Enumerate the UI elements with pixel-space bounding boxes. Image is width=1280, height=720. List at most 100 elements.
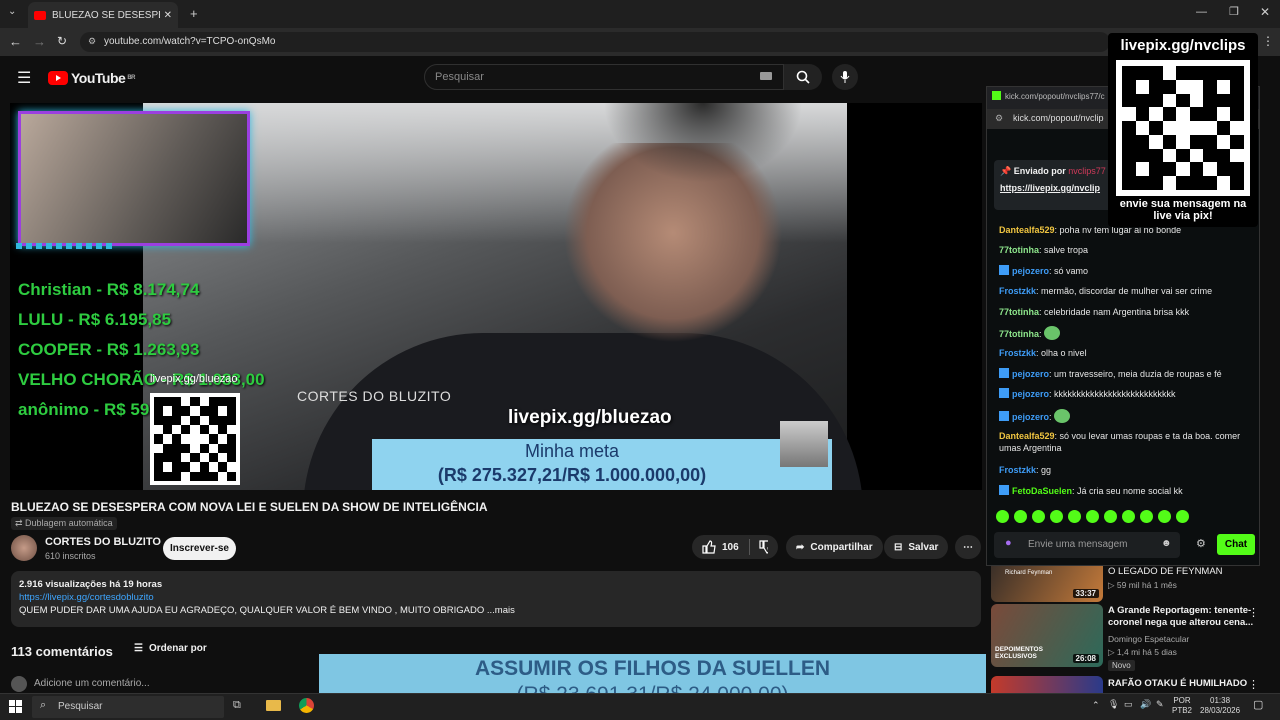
file-explorer-icon[interactable] [266,700,281,711]
close-window-icon[interactable]: ✕ [1260,5,1270,19]
add-comment-input[interactable]: Adicione um comentário... [34,678,150,689]
chat-message: Frostzkk: mermão, discordar de mulher va… [999,286,1213,296]
description-link[interactable]: https://livepix.gg/cortesdobluzito [19,591,973,604]
channel-name[interactable]: CORTES DO BLUZITO [45,536,161,548]
rec-thumb-label: Richard Feynman [1005,570,1053,576]
emote-icon[interactable] [1158,510,1171,523]
qr-code-icon [1116,60,1250,196]
voice-search-button[interactable] [832,64,858,90]
subscribe-button[interactable]: Inscrever-se [163,537,236,560]
chat-username[interactable]: 77totinha [999,307,1039,317]
rec-meta: ▷ 59 mil há 1 mês [1108,580,1177,590]
emote-icon[interactable] [1032,510,1045,523]
site-info-icon[interactable]: ⚙ [995,113,1003,124]
chat-username[interactable]: 77totinha [999,245,1039,255]
chat-text: olha o nivel [1041,348,1087,358]
keyboard-icon[interactable] [760,72,772,80]
rec-title[interactable]: RAFÃO OTAKU É HUMILHADO [1108,678,1258,690]
chat-username[interactable]: Frostzkk [999,465,1036,475]
rec-thumbnail[interactable] [991,676,1103,693]
thumbs-down-icon[interactable] [759,540,768,554]
chat-username[interactable]: Frostzkk [999,286,1036,296]
video-player[interactable]: Christian - R$ 8.174,74 LULU - R$ 6.195,… [10,103,982,490]
chat-username[interactable]: pejozero [1012,369,1049,379]
site-info-icon[interactable]: ⚙ [88,36,96,47]
microphone-icon[interactable]: ● [1005,537,1012,549]
hamburger-menu-icon[interactable]: ☰ [17,68,31,88]
chat-message: 77totinha: salve tropa [999,245,1089,255]
emote-icon[interactable] [1104,510,1117,523]
new-tab-icon[interactable]: + [190,6,198,21]
reload-icon[interactable]: ↻ [57,34,67,48]
save-button[interactable]: ⊟ Salvar [884,535,949,559]
description-box[interactable]: 2.916 visualizações há 19 horas https://… [11,571,981,627]
browser-tab[interactable]: BLUEZAO SE DESESPERA COM N ✕ [28,2,178,28]
dub-badge: ⇄ Dublagem automática [11,517,117,530]
forward-icon[interactable]: → [33,34,46,49]
microphone-tray-icon[interactable]: 🎙 [1108,699,1119,710]
language-indicator[interactable]: POR PTB2 [1172,696,1192,716]
chat-username[interactable]: pejozero [1012,389,1049,399]
chrome-icon[interactable] [299,698,314,713]
emote-icon[interactable] [1068,510,1081,523]
chat-settings-icon[interactable]: ⚙ [1196,537,1206,550]
like-button[interactable]: 106 [702,540,739,554]
microphone-icon [840,71,850,83]
share-button[interactable]: ➦ Compartilhar [786,535,883,559]
pinned-message[interactable]: 📌 Enviado por nvclips77 https://livepix.… [994,160,1114,210]
close-tab-icon[interactable]: ✕ [164,10,172,21]
emote-icon[interactable] [1176,510,1189,523]
browser-menu-icon[interactable]: ⋮ [1262,34,1274,48]
volume-icon[interactable]: 🔊 [1140,699,1151,710]
emote-icon[interactable] [1122,510,1135,523]
windows-start-icon[interactable] [9,700,22,713]
chat-message-input[interactable]: Envie uma mensagem [994,532,1180,558]
chat-username[interactable]: pejozero [1012,266,1049,276]
emoji-picker-icon[interactable]: ☻ [1161,538,1172,549]
task-view-icon[interactable]: ⧉ [233,699,241,712]
rec-thumbnail[interactable]: Richard Feynman 33:37 [991,566,1103,602]
chat-username[interactable]: Dantealfa529 [999,225,1055,235]
rec-channel[interactable]: Domingo Espetacular [1108,634,1189,644]
search-input[interactable]: Pesquisar [424,64,784,90]
user-avatar [11,676,27,692]
taskbar-search-input[interactable]: Pesquisar [32,696,224,718]
chat-username[interactable]: FetoDaSuelen [1012,486,1072,496]
minimize-icon[interactable]: — [1196,6,1207,18]
send-chat-button[interactable]: Chat [1217,534,1255,555]
emote-icon[interactable] [1140,510,1153,523]
rec-more-icon[interactable]: ⋮ [1248,606,1259,619]
back-icon[interactable]: ← [9,34,22,49]
sort-comments-button[interactable]: ☰ Ordenar por [134,643,207,654]
rec-title[interactable]: A Grande Reportagem: tenente-coronel neg… [1108,605,1258,629]
chat-username[interactable]: Frostzkk [999,348,1036,358]
lang-2: PTB2 [1172,706,1193,715]
emote-icon[interactable] [996,510,1009,523]
rec-thumbnail[interactable]: DEPOIMENTOS EXCLUSIVOS 26:08 [991,604,1103,667]
chat-message: pejozero: kkkkkkkkkkkkkkkkkkkkkkkkkkk [999,388,1251,400]
restore-icon[interactable]: ❐ [1229,5,1239,18]
network-icon[interactable]: ▭ [1124,699,1133,710]
more-actions-button[interactable]: ⋯ [955,535,981,559]
emote-icon[interactable] [1050,510,1063,523]
rec-more-icon[interactable]: ⋮ [1248,678,1259,691]
emote-icon[interactable] [1086,510,1099,523]
chat-username[interactable]: pejozero [1012,412,1049,422]
chat-username[interactable]: Dantealfa529 [999,431,1055,441]
youtube-logo[interactable]: YouTube BR [48,70,135,86]
chat-username[interactable]: 77totinha [999,329,1039,339]
chat-message: pejozero: um travesseiro, meia duzia de … [999,368,1251,380]
search-button[interactable] [784,64,822,90]
pen-icon[interactable]: ✎ [1156,699,1164,710]
url-field[interactable]: youtube.com/watch?v=TCPO-onQsMo [80,32,1110,52]
tray-expand-icon[interactable]: ⌃ [1092,700,1100,711]
thumbs-up-icon [702,540,716,554]
emote-icon[interactable] [1014,510,1027,523]
like-count: 106 [722,541,739,553]
rec-title[interactable]: O LEGADO DE FEYNMAN [1108,566,1258,578]
notifications-icon[interactable]: ▢ [1253,698,1263,711]
taskbar-clock[interactable]: 01:38 28/03/2026 [1200,696,1240,716]
channel-avatar[interactable] [11,535,37,561]
tab-list-icon[interactable]: ⌄ [8,6,16,17]
pinned-link[interactable]: https://livepix.gg/nvclip [1000,183,1108,193]
